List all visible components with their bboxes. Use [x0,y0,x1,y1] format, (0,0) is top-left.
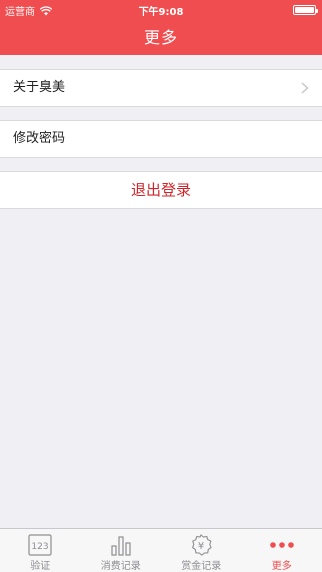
tab-bounty-records[interactable]: ¥ 赏金记录 [161,529,242,572]
bar-chart-icon [111,536,131,556]
svg-text:¥: ¥ [198,541,204,552]
status-time: 下午9:08 [138,7,184,18]
chevron-right-icon [301,82,309,94]
svg-text:123: 123 [32,542,49,552]
tab-label: 更多 [271,561,292,572]
keypad-123-icon: 123 [28,534,52,556]
tab-label: 赏金记录 [181,561,222,572]
menu-item-label: 修改密码 [13,131,66,146]
tab-label: 验证 [30,561,51,572]
more-dots-icon [269,542,294,548]
battery-icon [293,5,318,15]
header-bar: 运营商 下午9:08 更多 [0,0,322,55]
menu-item-about[interactable]: 关于臭美 [0,69,322,107]
page-title: 更多 [143,28,178,47]
tab-consumption-records[interactable]: 消费记录 [81,529,162,572]
tab-bar: 123 验证 消费记录 ¥ 赏金记录 更多 [0,528,322,572]
status-bar: 运营商 下午9:08 [0,0,322,20]
tab-verify[interactable]: 123 验证 [0,529,81,572]
tab-label: 消费记录 [100,561,141,572]
screen: 运营商 下午9:08 更多 关于臭美 修改密码 退出登录 123 验证 消费记录… [0,0,322,572]
logout-button[interactable]: 退出登录 [0,171,322,209]
menu-item-label: 关于臭美 [13,80,66,95]
yen-badge-icon: ¥ [192,534,212,556]
menu-item-change-password[interactable]: 修改密码 [0,120,322,158]
tab-more[interactable]: 更多 [242,529,322,572]
